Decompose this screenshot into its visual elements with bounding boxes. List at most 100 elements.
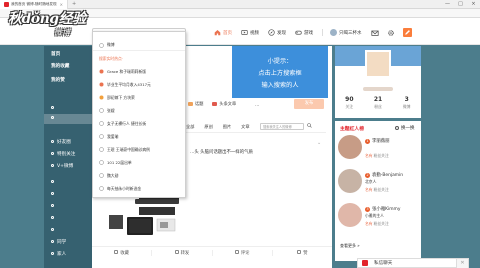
- topic-button[interactable]: 话题: [188, 101, 203, 107]
- suggest-item-3[interactable]: 邵初嫁下 方块荣: [93, 92, 185, 103]
- suggest-item-text: 张嫂: [107, 107, 115, 113]
- profile-card: 90 关注 21 粉丝 3 微博: [335, 46, 421, 118]
- fans-count: 名有: [365, 221, 373, 226]
- hot-icon: [99, 82, 104, 87]
- more-compose-button[interactable]: ...: [255, 102, 259, 107]
- refresh-label: 换一换: [401, 126, 415, 131]
- sidebar-item-home[interactable]: 首页: [44, 50, 92, 60]
- tab-images[interactable]: 图片: [223, 124, 231, 130]
- fans-suffix: 粉丝关注: [373, 221, 389, 226]
- stat-followers[interactable]: 21 粉丝: [364, 96, 393, 110]
- hot-icon: [99, 69, 104, 74]
- sidebar-item-vplus[interactable]: V+微博: [44, 162, 92, 172]
- sidebar-item-label: 家人: [57, 252, 67, 257]
- stat-following-label: 关注: [345, 104, 354, 109]
- sidebar-item-likes[interactable]: 我的赞: [44, 76, 92, 86]
- profile-avatar[interactable]: [365, 50, 391, 78]
- sidebar-item-5[interactable]: [44, 114, 92, 124]
- tab-all[interactable]: 全部: [186, 124, 194, 130]
- suggest-weibo[interactable]: 微博: [93, 40, 185, 51]
- like-action[interactable]: 赞: [273, 250, 332, 256]
- rank-badge: 2: [365, 172, 370, 178]
- suggest-item-9[interactable]: 魏大勋: [93, 170, 185, 181]
- suggest-item-1[interactable]: Grace 和子瑞莉莉新版: [93, 66, 185, 77]
- suggest-item-10[interactable]: 每天抽永小时新选金: [93, 183, 185, 194]
- nav-discover[interactable]: 发现: [268, 29, 286, 36]
- window-close-button[interactable]: ×: [467, 0, 480, 9]
- feed-footer: 收藏 转发 评论 赞: [92, 246, 332, 258]
- sidebar-item-label: 特别关注: [57, 152, 76, 157]
- comment-action[interactable]: 评论: [213, 249, 273, 256]
- sidebar-dot-icon: [51, 204, 54, 207]
- chat-bar[interactable]: 私信聊天 ✕: [357, 258, 469, 268]
- person-fans: 名有粉丝关注: [365, 221, 389, 227]
- messages-button[interactable]: [370, 29, 379, 37]
- gear-icon: [387, 29, 394, 36]
- sidebar-item-12[interactable]: [44, 214, 92, 224]
- suggest-item-2[interactable]: 毕业生平均月收入4317元: [93, 79, 185, 90]
- sidebar-item-11[interactable]: [44, 202, 92, 212]
- pencil-icon: [404, 30, 410, 35]
- suggest-item-text: 邵初嫁下 方块荣: [107, 94, 135, 100]
- product-image[interactable]: [95, 191, 183, 243]
- nav-user[interactable]: 只喝三杯水: [330, 29, 362, 36]
- hot-icon: [99, 160, 104, 165]
- compose-button[interactable]: [402, 28, 412, 37]
- minimize-button[interactable]: —: [441, 0, 454, 9]
- compass-icon: [268, 29, 275, 36]
- sidebar-item-13[interactable]: [44, 226, 92, 236]
- article-button[interactable]: 头条文章: [212, 101, 236, 107]
- hot-person-1[interactable]: 1 李丽薇丽 名有粉丝关注: [338, 135, 420, 171]
- sidebar-item-friends[interactable]: 好友圈: [44, 138, 92, 148]
- tab-articles[interactable]: 文章: [241, 124, 249, 130]
- refresh-icon: [395, 126, 399, 130]
- sidebar-item-classmates[interactable]: 同学: [44, 238, 92, 248]
- chat-avatar: [362, 260, 368, 266]
- feed-text: …头 头脑问话题出不一样的气质: [190, 150, 253, 155]
- favorite-action[interactable]: 收藏: [92, 249, 153, 256]
- sidebar-dot-icon: [51, 180, 54, 183]
- sidebar-item-10[interactable]: [44, 190, 92, 200]
- new-tab-button[interactable]: +: [72, 1, 76, 7]
- suggest-item-8[interactable]: 101 22届出单: [93, 157, 185, 168]
- sidebar-item-9[interactable]: [44, 178, 92, 188]
- settings-button[interactable]: [387, 29, 395, 37]
- nav-home[interactable]: 首页: [214, 29, 232, 36]
- sidebar-item-family[interactable]: 家人: [44, 250, 92, 260]
- view-more-link[interactable]: 查看更多 »: [340, 243, 360, 249]
- stat-following[interactable]: 90 关注: [335, 96, 364, 110]
- hot-person-2[interactable]: 2 袁勤-Benjamin 北京人 名有粉丝关注: [338, 169, 420, 205]
- nav-video[interactable]: 视频: [241, 29, 259, 36]
- publish-button[interactable]: 发布: [294, 99, 324, 109]
- feed-menu-chevron-icon[interactable]: ⌄: [317, 140, 321, 146]
- feed-card: ⌄ …头 头脑问话题出不一样的气质: [186, 136, 326, 240]
- sidebar-dot-icon: [51, 240, 54, 243]
- sidebar-item-favorites[interactable]: 我的收藏: [44, 62, 92, 72]
- hot-icon: [99, 108, 104, 113]
- suggest-weibo-label: 微博: [107, 42, 115, 47]
- repost-action[interactable]: 转发: [152, 249, 213, 256]
- sidebar-dot-icon: [51, 216, 54, 219]
- maximize-button[interactable]: □: [454, 0, 467, 9]
- tab-original[interactable]: 原创: [204, 124, 212, 130]
- weibo-icon: [99, 42, 104, 48]
- hot-person-3[interactable]: 3 张小雅Kimmy 小雅的主人 名有粉丝关注: [338, 203, 420, 239]
- suggest-item-6[interactable]: 我爱瑜: [93, 131, 185, 142]
- suggest-item-4[interactable]: 张嫂: [93, 105, 185, 116]
- feed-search-input[interactable]: 搜索我关注人的微博: [260, 123, 304, 130]
- stat-posts[interactable]: 3 微博: [392, 96, 421, 110]
- chat-close-icon[interactable]: ✕: [456, 258, 468, 268]
- sidebar-item-special[interactable]: 特别关注: [44, 150, 92, 160]
- sidebar-item-label: 同学: [57, 240, 67, 245]
- suggest-item-5[interactable]: 女子无裸行人 捷住长街: [93, 118, 185, 129]
- nav-discover-label: 发现: [277, 30, 286, 36]
- close-tab-icon[interactable]: ×: [60, 2, 63, 7]
- refresh-button[interactable]: 换一换: [395, 125, 415, 131]
- suggest-header: 搜索实时热点·: [99, 55, 123, 61]
- fans-suffix: 粉丝关注: [373, 153, 389, 158]
- suggest-item-7[interactable]: 王珉 王瑞豪中国确诊病例: [93, 144, 185, 155]
- feed-search-icon[interactable]: [307, 123, 312, 128]
- nav-game[interactable]: 游戏: [295, 29, 313, 36]
- sidebar-dot-icon: [51, 228, 54, 231]
- sidebar-item-4[interactable]: [44, 104, 92, 114]
